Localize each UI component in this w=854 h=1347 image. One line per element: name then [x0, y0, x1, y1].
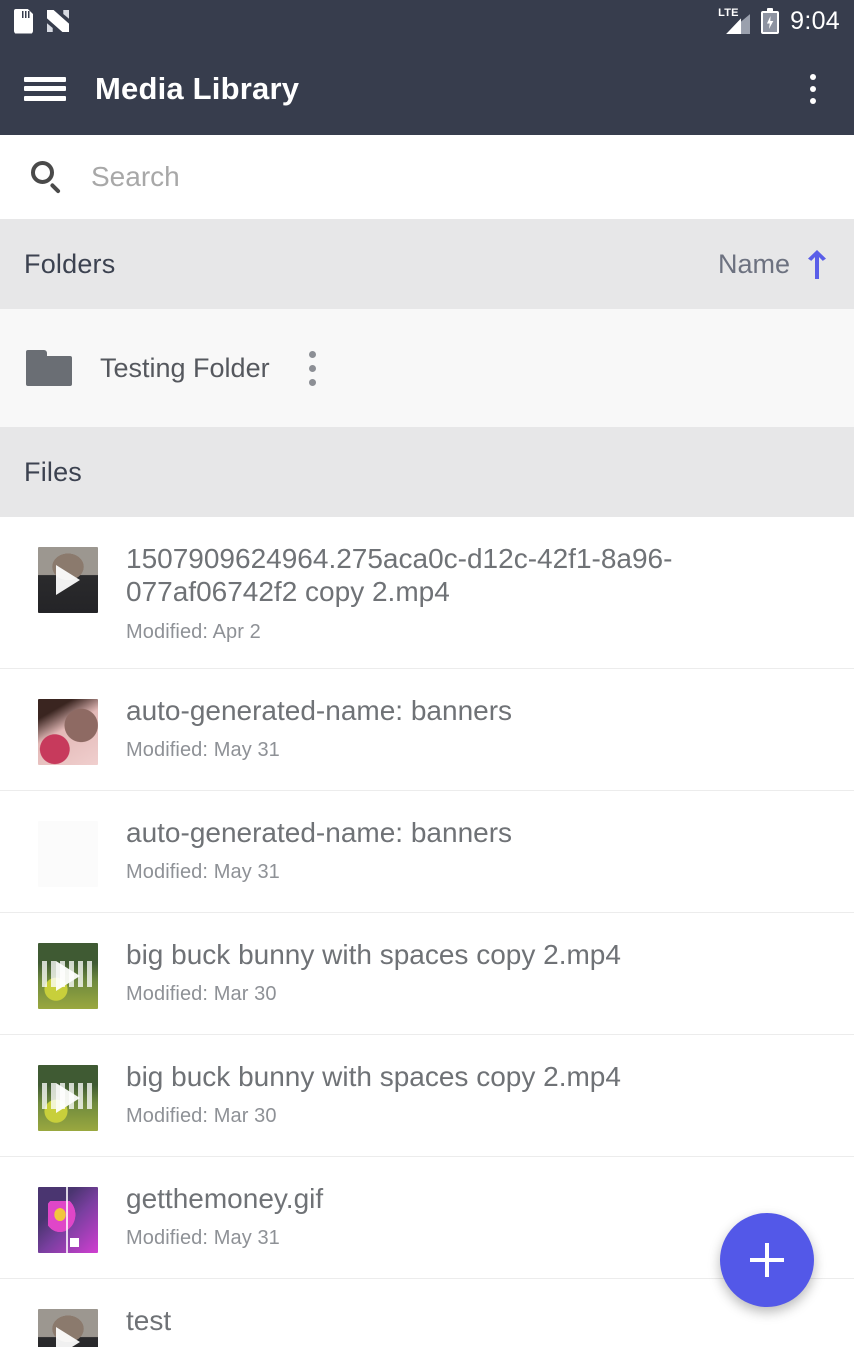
file-thumbnail [38, 1186, 98, 1253]
file-thumbnail [38, 1064, 98, 1131]
play-icon [56, 960, 80, 991]
arrow-up-icon[interactable] [804, 248, 830, 280]
add-media-fab[interactable] [720, 1213, 814, 1307]
files-section-header: Files [0, 427, 854, 517]
file-list-item[interactable]: testModified: May 30 [0, 1278, 854, 1347]
file-modified-date: Modified: Mar 30 [126, 983, 277, 1006]
file-meta: big buck bunny with spaces copy 2.mp4 Mod… [126, 1061, 830, 1129]
file-meta: testModified: May 30 [126, 1305, 830, 1347]
file-list-item[interactable]: big buck bunny with spaces copy 2.mp4 Mod… [0, 912, 854, 1035]
status-bar-clock: 9:04 [790, 6, 840, 35]
play-icon [56, 1326, 80, 1347]
thumbnail-art [66, 1186, 68, 1253]
sort-control[interactable]: Name [718, 248, 830, 280]
status-bar-left-icons [14, 8, 69, 34]
file-thumbnail [38, 1308, 98, 1347]
file-list-item[interactable]: auto-generated-name: banners Modified: Ma… [0, 790, 854, 913]
file-modified-date: Modified: May 31 [126, 739, 280, 762]
sort-label: Name [717, 248, 790, 279]
android-n-icon [47, 10, 69, 32]
play-icon [56, 1082, 80, 1113]
file-meta: big buck bunny with spaces copy 2.mp4 Mod… [126, 939, 830, 1007]
file-modified-date: Modified: Mar 30 [126, 1105, 277, 1128]
sd-card-icon [14, 8, 33, 34]
folders-section-title: Folders [24, 248, 116, 279]
file-list-item[interactable]: auto-generated-name: banners Modified: Ma… [0, 668, 854, 791]
file-thumbnail [38, 698, 98, 765]
file-name: big buck bunny with spaces copy 2.mp4 [126, 1060, 621, 1092]
battery-charging-icon [761, 8, 780, 34]
status-bar: LTE 9:04 [0, 0, 854, 42]
page-title: Media Library [95, 70, 300, 106]
file-thumbnail [38, 547, 98, 613]
folder-list-item[interactable]: Testing Folder [0, 309, 854, 427]
file-modified-date: Modified: Apr 2 [126, 620, 261, 643]
thumbnail-art [48, 1200, 78, 1235]
folder-overflow-menu-icon[interactable] [298, 348, 328, 388]
play-icon [56, 565, 80, 595]
file-name: test [126, 1304, 172, 1336]
file-meta: auto-generated-name: banners Modified: Ma… [126, 817, 830, 885]
file-list-item[interactable]: 1507909624964.275aca0c-d12c-42f1-8a96-07… [0, 517, 854, 669]
file-thumbnail [38, 942, 98, 1009]
plus-icon-vertical [765, 1243, 769, 1277]
file-meta: auto-generated-name: banners Modified: Ma… [126, 695, 830, 763]
thumbnail-art [70, 1237, 79, 1247]
file-name: auto-generated-name: banners [126, 694, 513, 726]
file-thumbnail [38, 820, 98, 887]
file-meta: 1507909624964.275aca0c-d12c-42f1-8a96-07… [126, 543, 830, 644]
app-bar: Media Library [0, 42, 854, 135]
file-list: 1507909624964.275aca0c-d12c-42f1-8a96-07… [0, 517, 854, 1347]
file-modified-date: Modified: May 31 [126, 861, 280, 884]
folder-name: Testing Folder [100, 352, 270, 383]
app-screen: LTE 9:04 Media Library Folders Name [0, 0, 854, 1347]
folder-icon [26, 350, 72, 386]
file-name: auto-generated-name: banners [126, 816, 513, 848]
search-input[interactable] [91, 160, 691, 193]
file-list-item[interactable]: big buck bunny with spaces copy 2.mp4 Mod… [0, 1034, 854, 1157]
files-section-title: Files [24, 456, 83, 487]
hamburger-menu-icon[interactable] [24, 74, 66, 104]
search-bar [0, 135, 854, 219]
file-name: 1507909624964.275aca0c-d12c-42f1-8a96-07… [126, 543, 673, 607]
file-name: getthemoney.gif [126, 1182, 324, 1214]
search-icon [28, 159, 64, 195]
lte-signal-icon: LTE [718, 7, 751, 34]
file-name: big buck bunny with spaces copy 2.mp4 [126, 938, 621, 970]
folders-section-header: Folders Name [0, 219, 854, 309]
status-bar-right-icons: LTE 9:04 [718, 7, 840, 36]
overflow-menu-icon[interactable] [796, 69, 830, 109]
